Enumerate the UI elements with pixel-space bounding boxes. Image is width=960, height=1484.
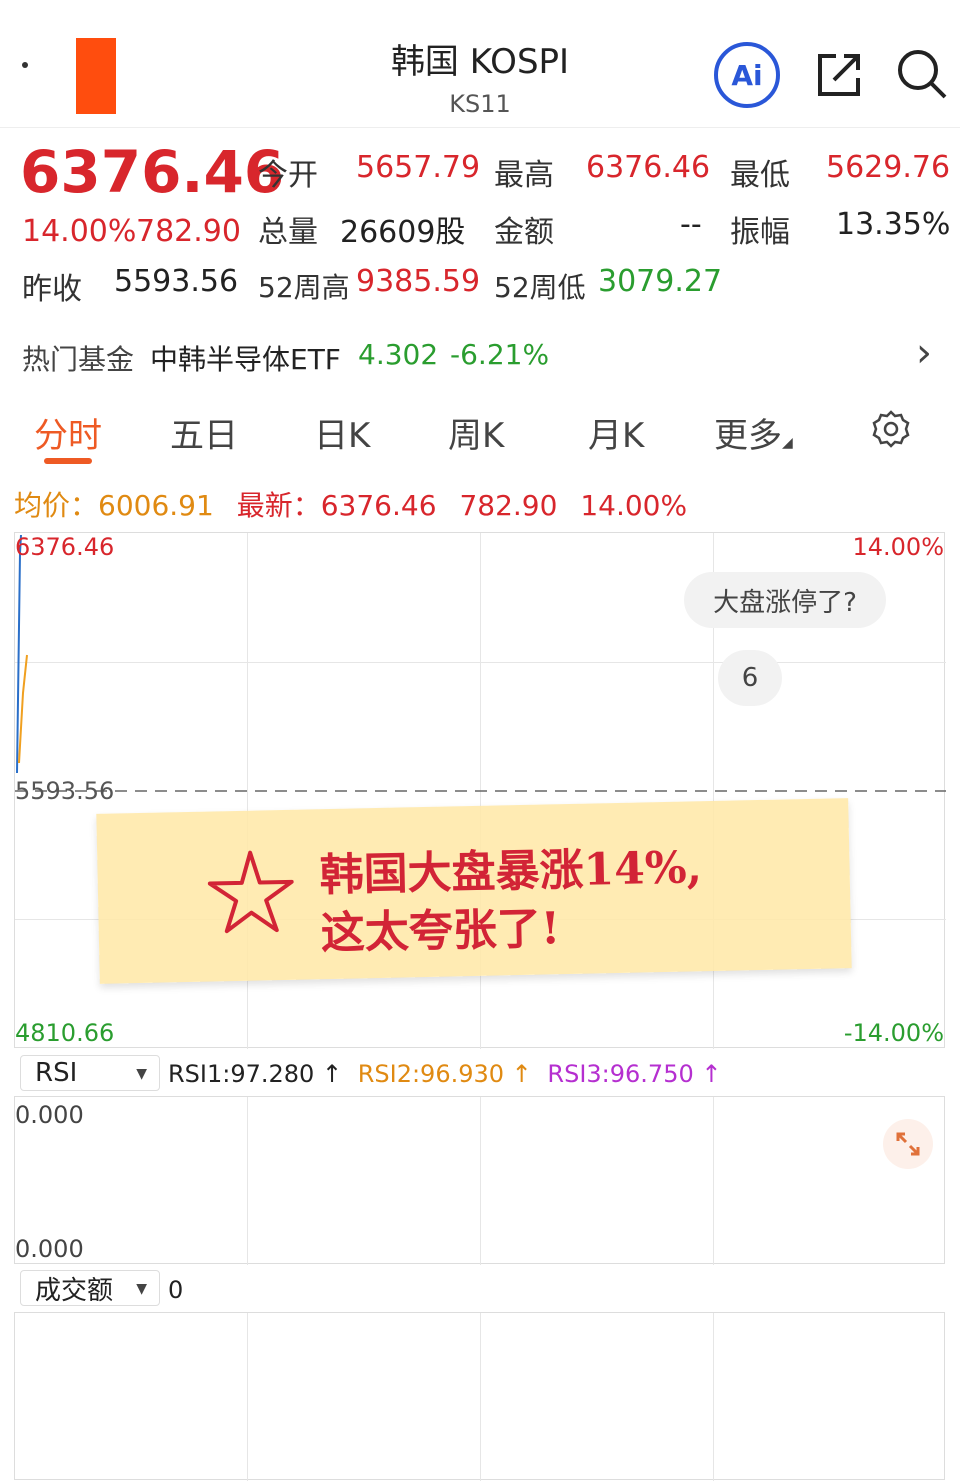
rsi1-value: RSI1:97.280 ↑ xyxy=(168,1060,343,1088)
grid-line xyxy=(247,1313,248,1481)
rsi-y-top-label: 0.000 xyxy=(15,1101,84,1129)
tab-more-label: 更多 xyxy=(714,416,782,456)
comment-count: 6 xyxy=(741,663,759,693)
comment-bubble[interactable]: 大盘涨停了? xyxy=(684,572,886,628)
low-label: 最低 xyxy=(730,158,790,193)
prev-close-value: 5593.56 xyxy=(114,264,239,299)
ai-label: Ai xyxy=(731,58,763,92)
amount-value: -- xyxy=(680,207,702,242)
volume-selector[interactable]: 成交额 ▼ xyxy=(20,1270,160,1306)
volume-label: 总量 xyxy=(258,215,318,250)
hot-fund-price: 4.302 xyxy=(358,338,439,371)
current-price: 6376.46 xyxy=(20,138,285,206)
expand-icon xyxy=(896,1132,920,1156)
low-value: 5629.76 xyxy=(826,150,951,185)
latest-label: 最新： xyxy=(236,489,321,522)
y-axis-mid-label: 5593.56 xyxy=(15,777,115,805)
hot-fund-name: 中韩半导体ETF xyxy=(150,343,341,376)
y-axis-bottom-label: 4810.66 xyxy=(15,1019,115,1047)
latest-change: 782.90 xyxy=(459,489,558,522)
active-tab-indicator xyxy=(44,458,92,464)
y-axis-top-label: 6376.46 xyxy=(15,533,115,561)
latest-change-pct: 14.00% xyxy=(580,489,688,522)
avg-price-line xyxy=(18,654,28,764)
intraday-info-row: 均价：6006.91 最新：6376.46 782.90 14.00% xyxy=(14,484,687,524)
caret-down-icon: ▼ xyxy=(136,1281,147,1297)
comment-text: 大盘涨停了? xyxy=(713,587,857,618)
hot-fund-row[interactable]: 热门基金 中韩半导体ETF 4.302 -6.21% › xyxy=(0,330,960,380)
comment-count-bubble[interactable]: 6 xyxy=(718,650,782,706)
rsi3-value: RSI3:96.750 ↑ xyxy=(547,1060,722,1088)
high-value: 6376.46 xyxy=(586,150,711,185)
pct-axis-bottom-label: -14.00% xyxy=(843,1019,944,1047)
tab-weekly-k[interactable]: 周K xyxy=(448,408,504,457)
pct-axis-top-label: 14.00% xyxy=(852,533,944,561)
week52-low-value: 3079.27 xyxy=(598,264,723,299)
settings-gear-icon[interactable] xyxy=(870,408,912,450)
open-value: 5657.79 xyxy=(356,150,481,185)
indicator-selector-label: RSI xyxy=(35,1058,78,1088)
grid-line xyxy=(713,1313,714,1481)
amplitude-value: 13.35% xyxy=(836,207,951,242)
high-label: 最高 xyxy=(494,158,554,193)
grid-line xyxy=(713,1097,714,1265)
grid-line xyxy=(480,1313,481,1481)
volume-chart[interactable] xyxy=(14,1312,945,1481)
volume-selector-label: 成交额 xyxy=(35,1275,114,1306)
caret-down-icon: ▼ xyxy=(136,1066,147,1082)
expand-button[interactable] xyxy=(883,1119,933,1169)
rsi-chart[interactable]: 0.000 0.000 xyxy=(14,1096,945,1265)
share-icon[interactable] xyxy=(814,50,864,100)
week52-high-label: 52周高 xyxy=(258,271,350,304)
hot-fund-label: 热门基金 xyxy=(22,343,135,376)
change-percent: 14.00% xyxy=(22,214,137,249)
star-icon xyxy=(207,850,294,934)
header: 韩国 KOSPI KS11 Ai xyxy=(0,0,960,128)
caret-down-icon: ◢ xyxy=(782,435,793,451)
tab-daily-k[interactable]: 日K xyxy=(314,408,370,457)
grid-line xyxy=(247,1097,248,1265)
rsi-values-row: RSI1:97.280 ↑ RSI2:96.930 ↑ RSI3:96.750 … xyxy=(168,1060,721,1088)
indicator-selector[interactable]: RSI ▼ xyxy=(20,1055,160,1091)
latest-value: 6376.46 xyxy=(320,489,437,522)
tab-five-day[interactable]: 五日 xyxy=(170,408,238,457)
search-icon[interactable] xyxy=(896,48,948,100)
hot-fund-change: -6.21% xyxy=(450,338,550,371)
change-amount: 782.90 xyxy=(136,214,241,249)
chevron-right-icon: › xyxy=(916,330,932,376)
ai-assistant-icon[interactable]: Ai xyxy=(714,42,780,108)
tab-monthly-k[interactable]: 月K xyxy=(588,408,644,457)
note-line-2: 这太夸张了! xyxy=(320,903,561,960)
tab-more[interactable]: 更多◢ xyxy=(714,408,793,457)
rsi2-value: RSI2:96.930 ↑ xyxy=(357,1060,532,1088)
amplitude-label: 振幅 xyxy=(730,215,790,250)
amount-label: 金额 xyxy=(494,215,554,250)
tab-intraday[interactable]: 分时 xyxy=(34,408,102,457)
avg-price-value: 6006.91 xyxy=(98,489,214,522)
sticky-note-overlay: 韩国大盘暴涨14%, 这太夸张了! xyxy=(96,798,852,984)
week52-low-label: 52周低 xyxy=(494,271,586,304)
week52-high-value: 9385.59 xyxy=(356,264,481,299)
avg-price-label: 均价： xyxy=(14,489,99,522)
volume-value: 26609股 xyxy=(340,215,466,250)
grid-line xyxy=(480,1097,481,1265)
prev-close-label: 昨收 xyxy=(22,272,82,307)
rsi-y-bottom-label: 0.000 xyxy=(15,1235,84,1263)
volume-value: 0 xyxy=(168,1276,184,1304)
open-label: 今开 xyxy=(258,158,318,193)
